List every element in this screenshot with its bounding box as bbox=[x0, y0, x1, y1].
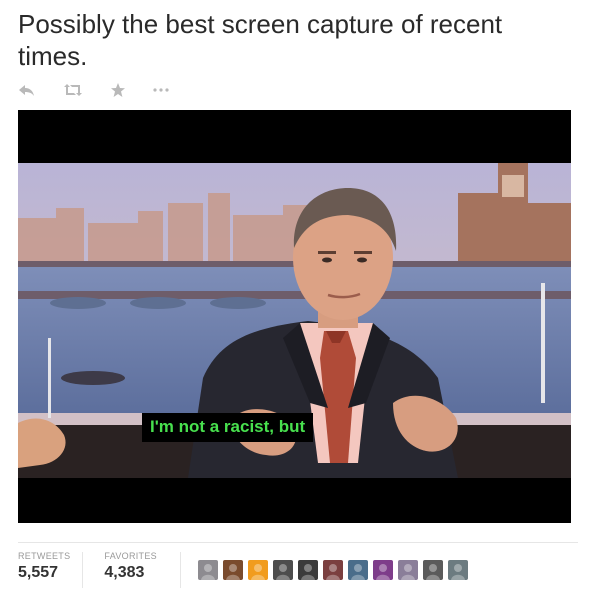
user-avatar[interactable] bbox=[373, 560, 393, 580]
retweet-icon[interactable] bbox=[62, 83, 84, 97]
favorite-icon[interactable] bbox=[110, 82, 126, 98]
favorites-count: 4,383 bbox=[104, 564, 145, 581]
tweet-text: Possibly the best screen capture of rece… bbox=[18, 9, 503, 71]
tweet-stats: RETWEETS 5,557 FAVORITES 4,383 bbox=[18, 551, 157, 582]
tweet-actions bbox=[18, 78, 170, 102]
stat-divider bbox=[82, 552, 83, 588]
retweets-count: 5,557 bbox=[18, 564, 59, 581]
user-avatar[interactable] bbox=[448, 560, 468, 580]
user-avatar[interactable] bbox=[398, 560, 418, 580]
subtitle-caption: I'm not a racist, but bbox=[142, 413, 314, 442]
media-image[interactable]: I'm not a racist, but bbox=[18, 110, 571, 523]
user-avatar[interactable] bbox=[298, 560, 318, 580]
user-avatar[interactable] bbox=[323, 560, 343, 580]
reply-icon[interactable] bbox=[18, 83, 36, 97]
favoriter-avatars bbox=[198, 560, 468, 580]
more-icon[interactable] bbox=[152, 87, 170, 93]
user-avatar[interactable] bbox=[248, 560, 268, 580]
stat-divider bbox=[180, 552, 181, 588]
retweets-stat[interactable]: RETWEETS 5,557 bbox=[18, 551, 70, 582]
user-avatar[interactable] bbox=[198, 560, 218, 580]
favorites-label: FAVORITES bbox=[104, 551, 157, 561]
user-avatar[interactable] bbox=[273, 560, 293, 580]
retweets-label: RETWEETS bbox=[18, 551, 71, 561]
favorites-stat[interactable]: FAVORITES 4,383 bbox=[104, 551, 157, 582]
user-avatar[interactable] bbox=[348, 560, 368, 580]
divider bbox=[18, 542, 578, 543]
user-avatar[interactable] bbox=[423, 560, 443, 580]
user-avatar[interactable] bbox=[223, 560, 243, 580]
